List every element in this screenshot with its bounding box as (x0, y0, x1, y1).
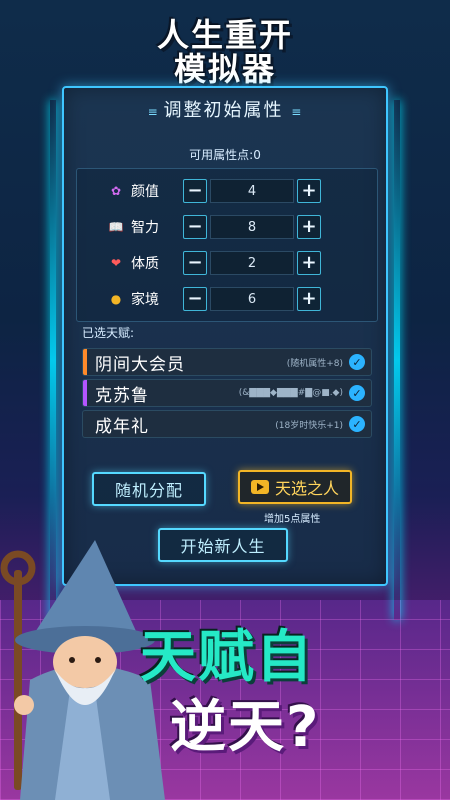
check-icon: ✓ (349, 354, 365, 370)
attribute-row-appearance: ✿ 颜值 − 4 + (107, 177, 371, 205)
talent-item[interactable]: 阴间大会员 (随机属性+8) ✓ (82, 348, 372, 376)
heart-icon: ❤ (110, 256, 122, 270)
talent-description: (&▇▇▇◆▇▇▇#▇@■.◆) (238, 388, 343, 398)
decrease-button[interactable]: − (183, 287, 207, 311)
talent-name: 阴间大会员 (95, 354, 185, 375)
available-points-label: 可用属性点:0 (189, 148, 261, 162)
panel-header: ≡ 调整初始属性 ≡ (64, 96, 386, 122)
talent-accent (83, 380, 87, 406)
talent-item[interactable]: 克苏鲁 (&▇▇▇◆▇▇▇#▇@■.◆) ✓ (82, 379, 372, 407)
attribute-row-intelligence: 📖 智力 − 8 + (107, 213, 371, 241)
check-icon: ✓ (349, 416, 365, 432)
check-icon: ✓ (349, 385, 365, 401)
attribute-name: 颜值 (131, 184, 159, 200)
slogan-line-2: 逆天? (170, 695, 321, 760)
chosen-one-note: 增加5点属性 (264, 514, 321, 525)
bow-icon: ✿ (110, 184, 122, 198)
video-ad-icon (250, 480, 269, 494)
slogan-line-1: 天赋自 (140, 625, 314, 690)
random-assign-button[interactable]: 随机分配 (92, 472, 206, 506)
attribute-row-family: ● 家境 − 6 + (107, 285, 371, 313)
talent-description: (随机属性+8) (286, 358, 343, 369)
talent-name: 克苏鲁 (95, 385, 149, 406)
decrease-button[interactable]: − (183, 215, 207, 239)
attribute-name: 智力 (131, 220, 159, 236)
book-icon: 📖 (108, 220, 124, 234)
talent-item[interactable]: 成年礼 (18岁时快乐+1) ✓ (82, 410, 372, 438)
attribute-stepper: − 2 + (183, 251, 321, 275)
game-title: 人生重开 模拟器 (0, 18, 450, 86)
chosen-one-button[interactable]: 天选之人 (238, 470, 352, 504)
increase-button[interactable]: + (297, 251, 321, 275)
attribute-stepper: − 6 + (183, 287, 321, 311)
attribute-stepper: − 4 + (183, 179, 321, 203)
decrease-button[interactable]: − (183, 251, 207, 275)
attribute-row-constitution: ❤ 体质 − 2 + (107, 249, 371, 277)
selected-talents-label: 已选天赋: (82, 326, 135, 340)
attribute-value[interactable]: 4 (210, 179, 294, 203)
attribute-panel: ≡ 调整初始属性 ≡ 可用属性点:0 ✿ 颜值 − 4 + 📖 智力 − 8 + (62, 86, 388, 586)
attribute-value[interactable]: 2 (210, 251, 294, 275)
increase-button[interactable]: + (297, 179, 321, 203)
increase-button[interactable]: + (297, 287, 321, 311)
title-line-1: 人生重开 (156, 16, 293, 54)
attribute-value[interactable]: 6 (210, 287, 294, 311)
title-line-2: 模拟器 (173, 50, 276, 88)
attribute-name: 家境 (131, 292, 159, 308)
attribute-stepper: − 8 + (183, 215, 321, 239)
increase-button[interactable]: + (297, 215, 321, 239)
talent-accent (83, 349, 87, 375)
talent-name: 成年礼 (95, 416, 149, 437)
chosen-one-label: 天选之人 (274, 479, 339, 498)
right-neon-pillar (394, 100, 400, 620)
attribute-value[interactable]: 8 (210, 215, 294, 239)
right-bars-decoration: ≡ (291, 105, 303, 119)
coin-icon: ● (110, 292, 122, 306)
attributes-box: ✿ 颜值 − 4 + 📖 智力 − 8 + ❤ 体质 − 2 + ● 家境 − … (76, 168, 378, 322)
start-new-life-button[interactable]: 开始新人生 (158, 528, 288, 562)
decrease-button[interactable]: − (183, 179, 207, 203)
talent-description: (18岁时快乐+1) (275, 420, 343, 431)
panel-header-title: 调整初始属性 (163, 100, 284, 121)
attribute-name: 体质 (131, 256, 159, 272)
left-bars-decoration: ≡ (147, 105, 164, 119)
